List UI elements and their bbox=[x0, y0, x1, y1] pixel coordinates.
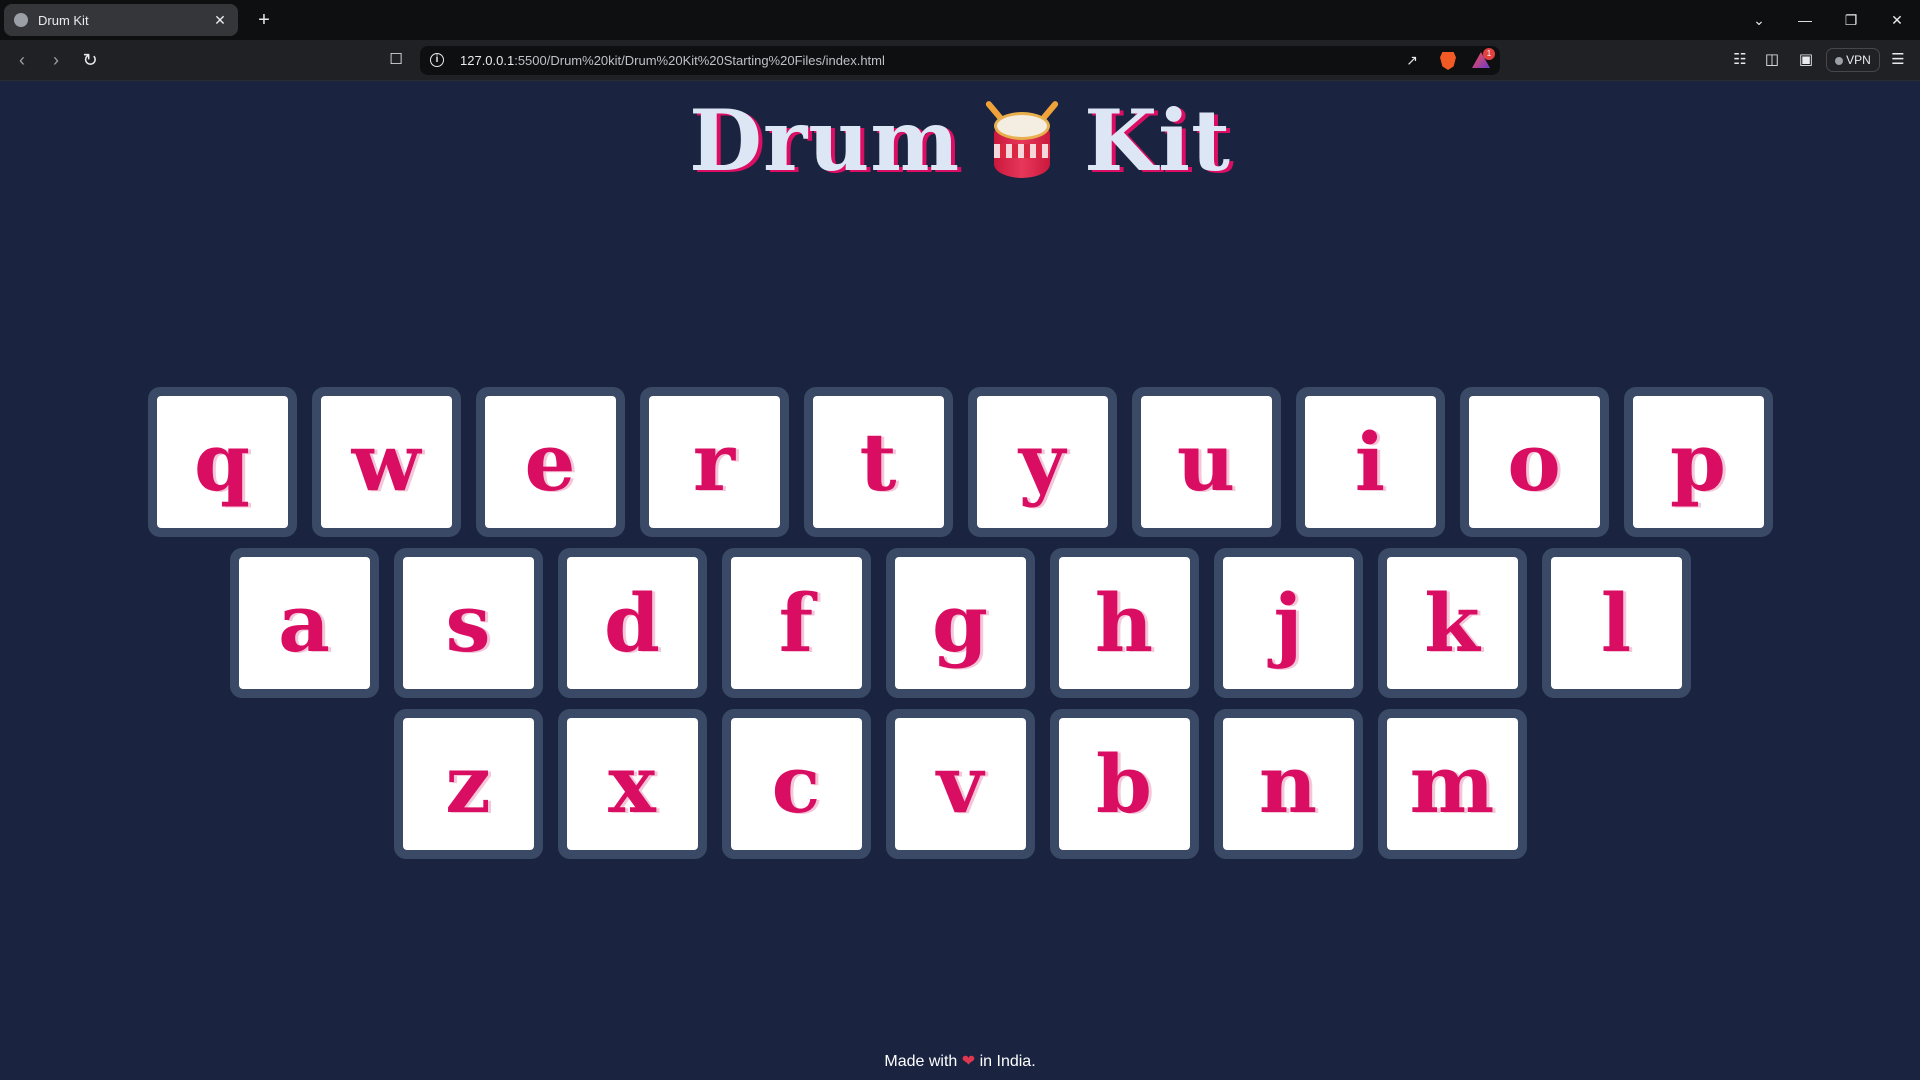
drum-key-f[interactable]: f bbox=[721, 548, 871, 698]
drum-key-t[interactable]: t bbox=[803, 387, 953, 537]
address-bar[interactable]: i 127.0.0.1:5500/Drum%20kit/Drum%20Kit%2… bbox=[420, 46, 1500, 75]
footer-text-after: in India. bbox=[979, 1053, 1036, 1070]
wallet-icon[interactable]: ▣ bbox=[1792, 46, 1820, 74]
drum-key-i[interactable]: i bbox=[1295, 387, 1445, 537]
drum-key-s[interactable]: s bbox=[393, 548, 543, 698]
drum-key-h[interactable]: h bbox=[1049, 548, 1199, 698]
key-letter: p bbox=[1632, 396, 1764, 528]
key-letter: d bbox=[566, 557, 698, 689]
key-letter: y bbox=[976, 396, 1108, 528]
close-window-button[interactable]: ✕ bbox=[1874, 0, 1920, 40]
drum-key-c[interactable]: c bbox=[721, 709, 871, 859]
key-letter: h bbox=[1058, 557, 1190, 689]
key-letter: f bbox=[730, 557, 862, 689]
key-letter: v bbox=[894, 718, 1026, 850]
key-letter: i bbox=[1304, 396, 1436, 528]
url-path: :5500/Drum%20kit/Drum%20Kit%20Starting%2… bbox=[514, 53, 885, 68]
footer-text-before: Made with bbox=[884, 1053, 958, 1070]
notification-badge: 1 bbox=[1483, 48, 1495, 60]
tab-bar: Drum Kit ✕ + ⌄ — ❐ ✕ bbox=[0, 0, 1920, 40]
site-info-icon[interactable]: i bbox=[430, 53, 444, 67]
drum-key-z[interactable]: z bbox=[393, 709, 543, 859]
brave-shields-icon[interactable] bbox=[1440, 52, 1456, 70]
close-tab-icon[interactable]: ✕ bbox=[212, 12, 228, 29]
key-letter: k bbox=[1386, 557, 1518, 689]
drum-key-q[interactable]: q bbox=[147, 387, 297, 537]
drum-key-a[interactable]: a bbox=[229, 548, 379, 698]
tab-drum-kit[interactable]: Drum Kit ✕ bbox=[4, 4, 238, 36]
drum-key-m[interactable]: m bbox=[1377, 709, 1527, 859]
key-letter: z bbox=[402, 718, 534, 850]
drum-key-u[interactable]: u bbox=[1131, 387, 1281, 537]
vpn-button[interactable]: VPN bbox=[1826, 48, 1880, 72]
back-icon[interactable]: ‹ bbox=[8, 46, 36, 74]
key-letter: e bbox=[484, 396, 616, 528]
key-letter: m bbox=[1386, 718, 1518, 850]
drum-key-j[interactable]: j bbox=[1213, 548, 1363, 698]
title-left: Drum bbox=[689, 91, 961, 190]
new-tab-button[interactable]: + bbox=[250, 6, 278, 34]
vpn-status-icon bbox=[1835, 57, 1844, 65]
extensions-icon[interactable]: ☷ bbox=[1726, 46, 1754, 74]
sidebar-icon[interactable]: ◫ bbox=[1758, 46, 1786, 74]
browser-toolbar: ‹ › ↻ ☐ i 127.0.0.1:5500/Drum%20kit/Drum… bbox=[0, 40, 1920, 81]
drum-key-l[interactable]: l bbox=[1541, 548, 1691, 698]
drum-key-k[interactable]: k bbox=[1377, 548, 1527, 698]
page-title: Drum Kit bbox=[0, 91, 1920, 190]
drum-key-v[interactable]: v bbox=[885, 709, 1035, 859]
drum-key-g[interactable]: g bbox=[885, 548, 1035, 698]
drum-key-p[interactable]: p bbox=[1623, 387, 1773, 537]
title-right: Kit bbox=[1084, 91, 1231, 190]
key-letter: g bbox=[894, 557, 1026, 689]
url-host: 127.0.0.1 bbox=[460, 53, 515, 68]
key-letter: j bbox=[1222, 557, 1354, 689]
drum-key-b[interactable]: b bbox=[1049, 709, 1199, 859]
drum-key-r[interactable]: r bbox=[639, 387, 789, 537]
key-letter: c bbox=[730, 718, 862, 850]
key-letter: x bbox=[566, 718, 698, 850]
key-letter: l bbox=[1550, 557, 1682, 689]
key-letter: u bbox=[1140, 396, 1272, 528]
key-letter: q bbox=[156, 396, 288, 528]
key-letter: b bbox=[1058, 718, 1190, 850]
key-letter: n bbox=[1222, 718, 1354, 850]
heart-icon: ❤ bbox=[961, 1053, 976, 1070]
drum-keys: q w e r t y u i o p a s d f g h j k l z … bbox=[0, 387, 1920, 870]
drum-key-o[interactable]: o bbox=[1459, 387, 1609, 537]
forward-icon[interactable]: › bbox=[42, 46, 70, 74]
key-letter: w bbox=[320, 396, 452, 528]
restore-button[interactable]: ❐ bbox=[1828, 0, 1874, 40]
drum-key-d[interactable]: d bbox=[557, 548, 707, 698]
key-letter: s bbox=[402, 557, 534, 689]
footer: Made with ❤ in India. bbox=[0, 1051, 1920, 1071]
drum-icon bbox=[982, 98, 1062, 182]
key-row-1: q w e r t y u i o p bbox=[0, 387, 1920, 537]
drum-key-x[interactable]: x bbox=[557, 709, 707, 859]
key-row-3: z x c v b n m bbox=[0, 709, 1920, 859]
key-row-2: a s d f g h j k l bbox=[0, 548, 1920, 698]
globe-icon bbox=[14, 13, 28, 27]
key-letter: o bbox=[1468, 396, 1600, 528]
vpn-label: VPN bbox=[1846, 53, 1871, 67]
tab-search-button[interactable]: ⌄ bbox=[1736, 0, 1782, 40]
drum-key-e[interactable]: e bbox=[475, 387, 625, 537]
drum-key-n[interactable]: n bbox=[1213, 709, 1363, 859]
drum-key-w[interactable]: w bbox=[311, 387, 461, 537]
bookmark-icon[interactable]: ☐ bbox=[382, 46, 410, 74]
reload-icon[interactable]: ↻ bbox=[76, 46, 104, 74]
menu-icon[interactable]: ☰ bbox=[1884, 46, 1912, 74]
key-letter: r bbox=[648, 396, 780, 528]
key-letter: a bbox=[238, 557, 370, 689]
key-letter: t bbox=[812, 396, 944, 528]
share-icon[interactable]: ↗ bbox=[1400, 46, 1424, 75]
page-content: Drum Kit q w e r t y u i o p a s d f g h … bbox=[0, 81, 1920, 1080]
drum-key-y[interactable]: y bbox=[967, 387, 1117, 537]
tab-title: Drum Kit bbox=[38, 12, 89, 28]
minimize-button[interactable]: — bbox=[1782, 0, 1828, 40]
